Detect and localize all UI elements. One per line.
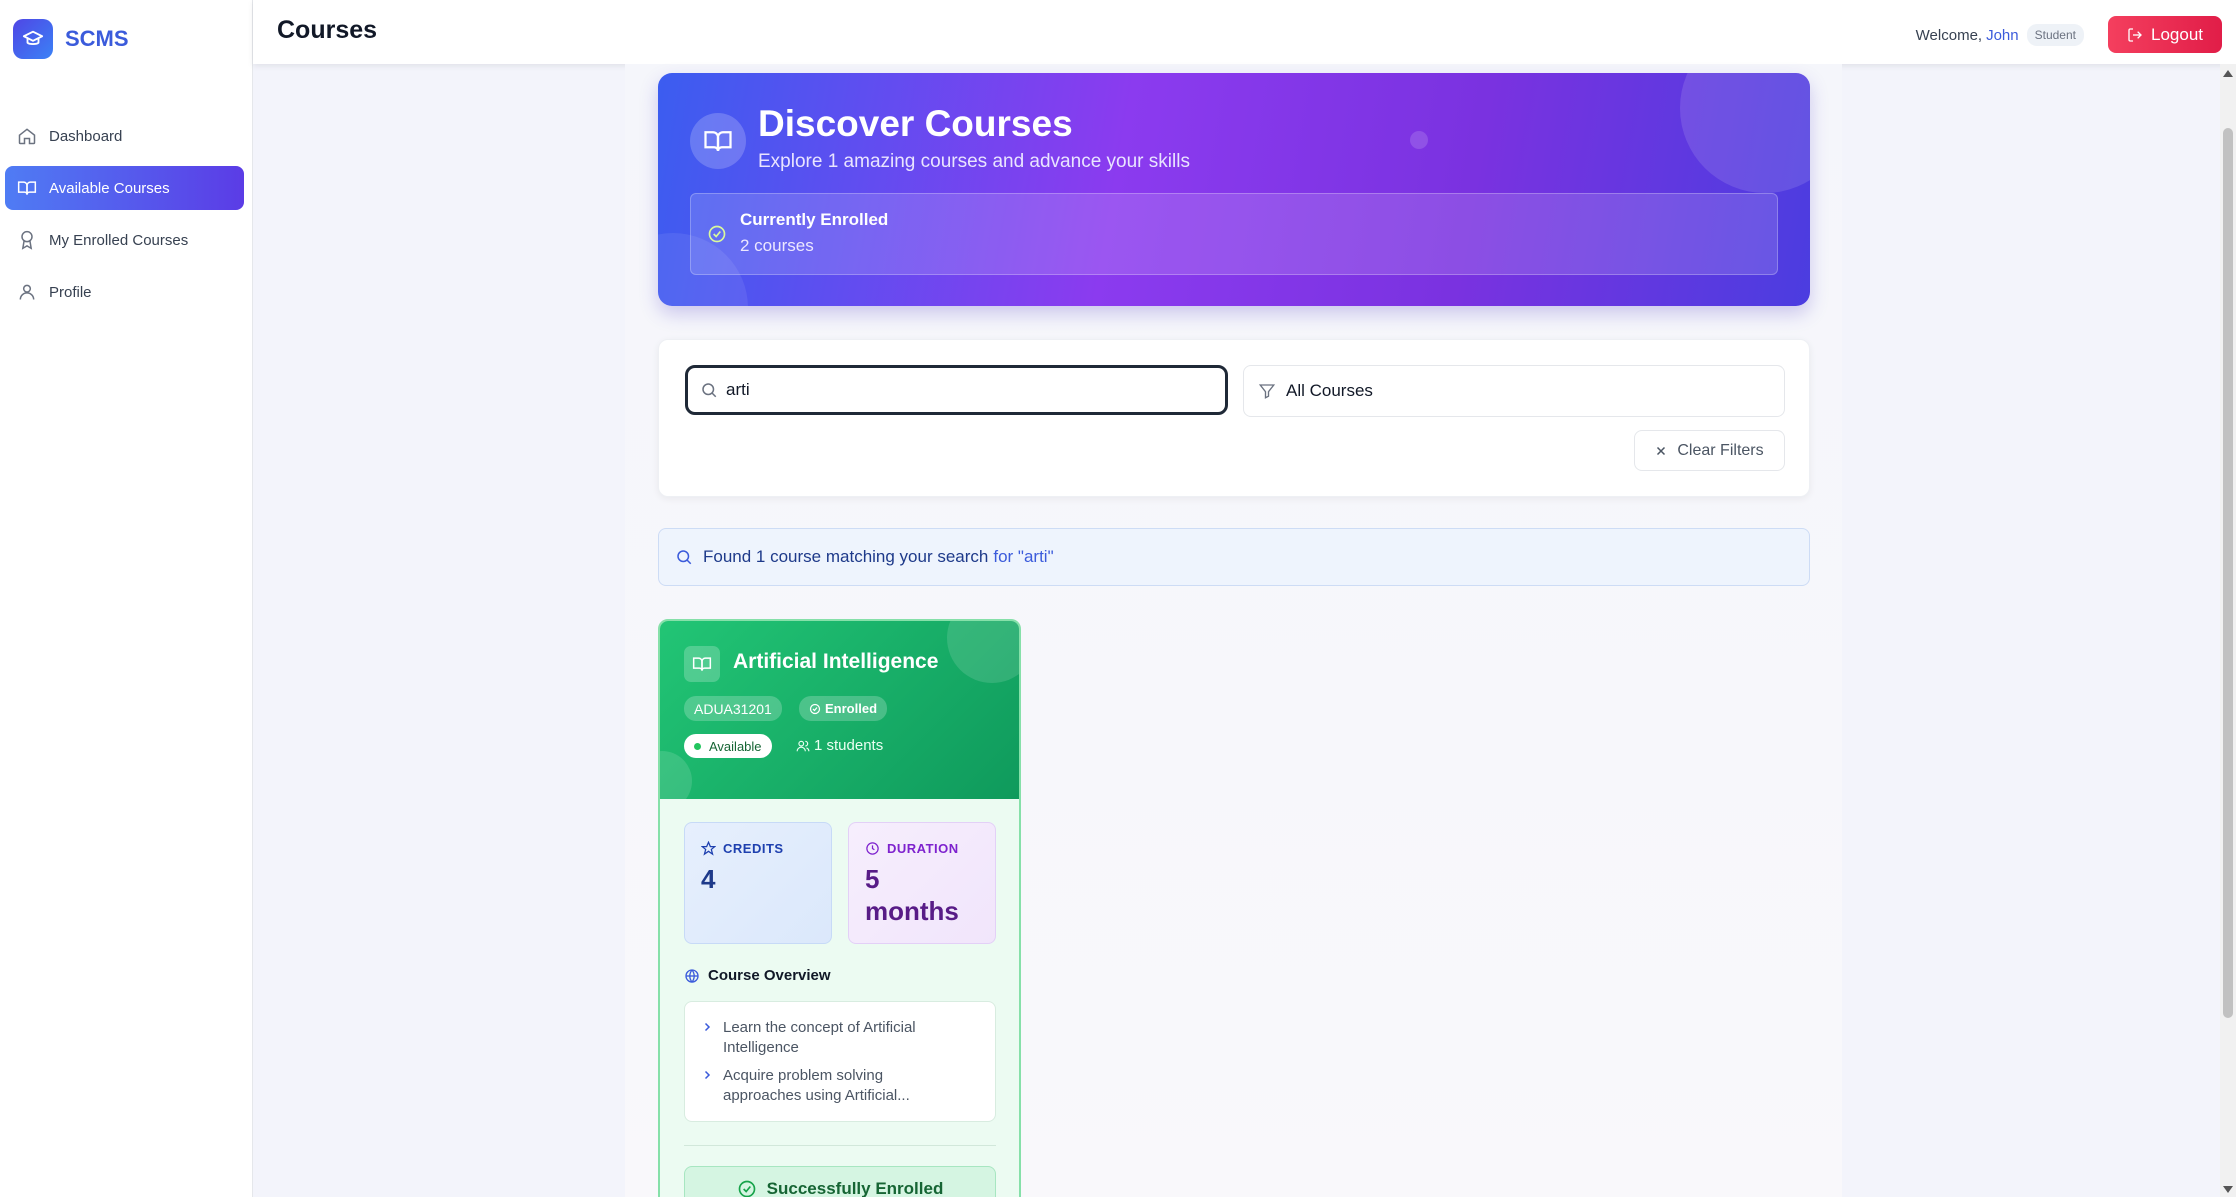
credits-value: 4 [701,864,716,894]
credits-stat: CREDITS 4 [684,822,832,944]
users-icon [796,740,810,751]
logout-label: Logout [2151,24,2203,44]
enrolled-badge: Enrolled [799,696,888,721]
sidebar-item-label: Profile [49,283,92,301]
scroll-down-arrow-icon[interactable] [2223,1186,2233,1193]
list-item: Acquire problem solving approaches using… [701,1066,953,1106]
results-found-text: Found 1 course matching your search [703,547,989,566]
course-card[interactable]: Artificial Intelligence ADUA31201 Enroll… [658,619,1021,1197]
welcome-text: Welcome, John Student [1916,24,2084,46]
sidebar-nav: Dashboard Available Courses My Enrolled … [5,114,244,322]
role-badge: Student [2026,24,2084,46]
chevron-right-icon [704,1070,711,1080]
category-selected-value: All Courses [1286,381,1373,400]
check-circle-icon [738,1180,755,1197]
course-card-header: Artificial Intelligence ADUA31201 Enroll… [660,621,1019,799]
duration-label-text: DURATION [887,841,959,856]
decorative-circle [947,621,1019,683]
decorative-circle [1680,73,1810,193]
logout-icon [2128,27,2142,42]
credits-label: CREDITS [701,841,784,856]
course-overview-list: Learn the concept of Artificial Intellig… [684,1001,996,1122]
results-query-text: for "arti" [993,547,1054,566]
clear-filters-button[interactable]: Clear Filters [1634,430,1785,471]
top-header: Courses Welcome, John Student Logout [253,0,2236,64]
user-icon [19,284,35,300]
status-label: Available [709,738,762,754]
check-circle-icon [708,225,726,243]
duration-stat: DURATION 5 months [848,822,996,944]
award-icon [21,230,33,250]
category-select[interactable]: All Courses [1243,365,1785,417]
sidebar-item-label: My Enrolled Courses [49,231,189,249]
close-icon [1657,446,1666,455]
course-code-badge: ADUA31201 [684,696,782,721]
hero-title: Discover Courses [758,103,1073,144]
check-circle-icon [809,703,821,714]
duration-value: 5 months [865,864,959,926]
search-input[interactable] [726,380,1206,400]
scroll-up-arrow-icon[interactable] [2223,70,2233,77]
divider [684,1145,996,1146]
sidebar-item-my-enrolled-courses[interactable]: My Enrolled Courses [5,218,244,262]
sidebar-item-profile[interactable]: Profile [5,270,244,314]
currently-enrolled-box: Currently Enrolled 2 courses [690,193,1778,275]
sidebar-item-label: Dashboard [49,127,123,145]
filter-icon [1258,384,1276,399]
clock-icon [866,842,879,855]
hero-subtitle: Explore 1 amazing courses and advance yo… [758,151,1190,172]
overview-item-text: Acquire problem solving approaches using… [723,1067,910,1104]
book-open-icon [690,113,746,169]
user-name: John [1986,26,2019,44]
page-title: Courses [277,16,378,44]
brand[interactable]: SCMS [13,19,129,59]
filters-card: All Courses Clear Filters [658,339,1810,497]
status-dot [694,742,701,750]
chevron-right-icon [704,1022,711,1032]
vertical-scrollbar[interactable] [2220,64,2236,1197]
enrolled-count: 2 courses [740,236,814,255]
globe-icon [685,968,699,983]
credits-label-text: CREDITS [723,841,784,856]
overview-title-text: Course Overview [708,967,831,984]
discover-hero: Discover Courses Explore 1 amazing cours… [658,73,1810,306]
enrolled-label: Currently Enrolled [740,210,889,229]
sidebar: SCMS Dashboard Available Courses My Enro… [0,0,253,1197]
book-open-icon [684,646,720,682]
students-count-label: 1 students [814,737,884,754]
enrolled-badge-label: Enrolled [825,701,878,716]
status-badge: Available [684,734,772,758]
duration-label: DURATION [865,841,959,856]
search-results-banner: Found 1 course matching your search for … [658,528,1810,586]
course-title: Artificial Intelligence [733,650,939,673]
star-icon [701,841,716,856]
sidebar-item-label: Available Courses [49,179,170,197]
list-item: Learn the concept of Artificial Intellig… [701,1018,953,1058]
decorative-dot [1410,131,1428,149]
search-icon [702,383,717,398]
sidebar-item-available-courses[interactable]: Available Courses [5,166,244,210]
overview-item-text: Learn the concept of Artificial Intellig… [723,1019,916,1056]
clear-filters-label: Clear Filters [1677,441,1764,459]
welcome-prefix: Welcome, [1915,26,1983,44]
search-icon [677,550,692,565]
graduation-cap-icon [13,19,53,59]
decorative-circle [660,751,692,799]
logout-button[interactable]: Logout [2108,16,2222,53]
students-count: 1 students [796,737,883,754]
sidebar-item-dashboard[interactable]: Dashboard [5,114,244,158]
scrollbar-thumb[interactable] [2223,128,2233,1018]
brand-name: SCMS [65,26,129,51]
search-field[interactable] [685,365,1228,415]
success-label: Successfully Enrolled [766,1179,944,1197]
successfully-enrolled-status: Successfully Enrolled [684,1166,996,1197]
course-overview-title: Course Overview [684,967,831,984]
book-open-icon [17,181,37,195]
home-icon [18,128,36,145]
